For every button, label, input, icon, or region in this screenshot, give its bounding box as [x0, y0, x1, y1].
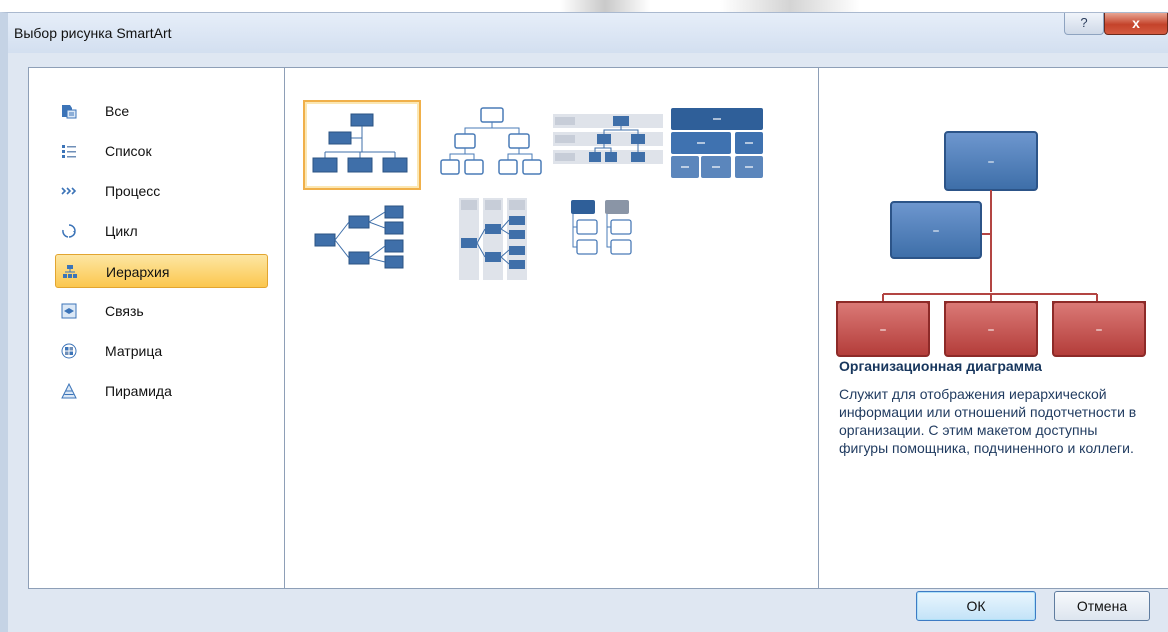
layout-table-hierarchy[interactable] [665, 100, 783, 190]
preview-subordinate-boxes: – – – [836, 301, 1146, 357]
preview-subordinate-2-label: – [988, 322, 995, 338]
layout-description-title: Организационная диаграмма [839, 358, 1042, 374]
preview-pane: – – – – – Организационная диаграмма Служ… [819, 68, 1168, 588]
category-process[interactable]: Процесс [55, 174, 268, 208]
preview-assistant-box-label: – [933, 223, 940, 239]
cancel-button[interactable]: Отмена [1054, 591, 1150, 621]
layout-organization-chart[interactable] [303, 100, 421, 190]
horizontal-labeled-hierarchy-thumbnail [459, 198, 527, 280]
background-strip [0, 0, 1168, 12]
category-list: Все Список Процесс Цикл Иерархия Связь М… [29, 68, 285, 588]
layout-horizontal-hierarchy[interactable] [303, 194, 421, 284]
preview-top-box-label: – [988, 154, 995, 170]
cycle-icon [62, 224, 76, 238]
hierarchy-thumbnail [440, 107, 542, 175]
all-layouts-icon [62, 105, 77, 119]
table-hierarchy-thumbnail [671, 108, 763, 178]
horizontal-hierarchy-thumbnail [314, 205, 404, 269]
category-label: Все [105, 103, 130, 119]
dialog-title: Выбор рисунка SmartArt [14, 25, 172, 41]
category-list-item[interactable]: Список [55, 134, 268, 168]
layout-labeled-hierarchy[interactable] [549, 100, 667, 190]
close-button[interactable]: x [1104, 13, 1168, 35]
category-label: Список [105, 143, 152, 159]
title-bar: Выбор рисунка SmartArt [8, 13, 1168, 53]
category-label: Иерархия [106, 264, 170, 280]
category-label: Пирамида [105, 383, 172, 399]
category-matrix[interactable]: Матрица [55, 334, 268, 368]
category-label: Процесс [105, 183, 161, 199]
layout-hierarchy-list[interactable] [549, 194, 667, 284]
preview-subordinate-3-label: – [1096, 322, 1103, 338]
hierarchy-icon [63, 265, 77, 278]
hierarchy-list-thumbnail [571, 200, 632, 255]
layout-description-text: Служит для отображения иерархической инф… [839, 386, 1137, 456]
category-relationship[interactable]: Связь [55, 294, 268, 328]
category-all[interactable]: Все [55, 94, 268, 128]
category-label: Связь [105, 303, 144, 319]
category-label: Цикл [105, 223, 138, 239]
organization-chart-thumbnail [312, 113, 408, 173]
category-pyramid[interactable]: Пирамида [55, 374, 268, 408]
preview-subordinate-1-label: – [880, 322, 887, 338]
process-icon [61, 187, 77, 195]
relationship-icon [61, 303, 77, 319]
dialog-content: Все Список Процесс Цикл Иерархия Связь М… [28, 67, 1168, 589]
layout-gallery [285, 68, 819, 588]
layout-hierarchy[interactable] [433, 100, 551, 190]
category-hierarchy[interactable]: Иерархия [55, 254, 268, 288]
organization-chart-preview: – – [836, 131, 1146, 316]
layout-horizontal-labeled-hierarchy[interactable] [433, 194, 551, 284]
ok-button[interactable]: ОК [916, 591, 1036, 621]
smartart-dialog: Выбор рисунка SmartArt ? x Все Список Пр… [0, 12, 1168, 632]
category-cycle[interactable]: Цикл [55, 214, 268, 248]
pyramid-icon [61, 383, 77, 399]
help-button[interactable]: ? [1064, 13, 1104, 35]
list-icon [62, 145, 76, 158]
category-label: Матрица [105, 343, 163, 359]
labeled-hierarchy-thumbnail [553, 114, 663, 164]
matrix-icon [61, 343, 77, 359]
